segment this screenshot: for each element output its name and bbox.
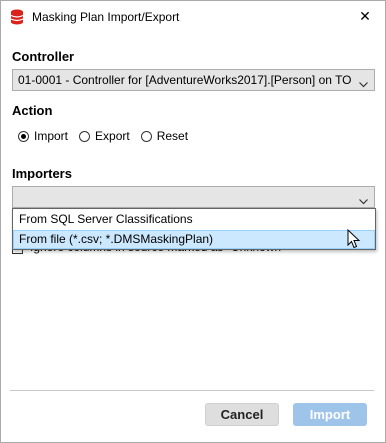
importer-option-from-file[interactable]: From file (*.csv; *.DMSMaskingPlan) bbox=[13, 230, 375, 249]
radio-reset-indicator[interactable] bbox=[140, 130, 152, 142]
close-button[interactable]: ✕ bbox=[345, 1, 385, 32]
controller-selected-value: 01-0001 - Controller for [AdventureWorks… bbox=[18, 73, 352, 87]
window-title: Masking Plan Import/Export bbox=[32, 10, 180, 24]
importers-dropdown[interactable] bbox=[12, 186, 375, 208]
chevron-down-icon bbox=[359, 194, 368, 205]
importer-option-sql-classifications[interactable]: From SQL Server Classifications bbox=[13, 210, 375, 229]
importers-label: Importers bbox=[12, 166, 72, 181]
radio-import[interactable]: Import bbox=[18, 129, 68, 143]
radio-export[interactable]: Export bbox=[79, 129, 130, 143]
controller-label: Controller bbox=[12, 49, 75, 64]
radio-import-label: Import bbox=[34, 129, 69, 143]
dialog-window: Masking Plan Import/Export ✕ Controller … bbox=[0, 0, 386, 443]
footer-divider bbox=[10, 390, 374, 391]
action-radio-group: Import Export Reset bbox=[18, 128, 199, 144]
chevron-down-icon bbox=[359, 77, 368, 88]
radio-export-indicator[interactable] bbox=[79, 130, 91, 142]
radio-reset[interactable]: Reset bbox=[140, 129, 189, 143]
title-bar: Masking Plan Import/Export ✕ bbox=[1, 1, 385, 32]
radio-import-indicator[interactable] bbox=[18, 130, 29, 142]
cancel-button[interactable]: Cancel bbox=[205, 403, 279, 426]
close-icon: ✕ bbox=[359, 8, 371, 24]
controller-dropdown[interactable]: 01-0001 - Controller for [AdventureWorks… bbox=[12, 69, 375, 91]
import-button[interactable]: Import bbox=[293, 403, 367, 426]
mouse-cursor-icon bbox=[347, 228, 361, 250]
radio-export-label: Export bbox=[95, 129, 130, 143]
radio-reset-label: Reset bbox=[156, 129, 189, 143]
database-icon bbox=[10, 9, 24, 25]
importers-dropdown-list: From SQL Server Classifications From fil… bbox=[12, 208, 376, 250]
action-label: Action bbox=[12, 103, 53, 118]
